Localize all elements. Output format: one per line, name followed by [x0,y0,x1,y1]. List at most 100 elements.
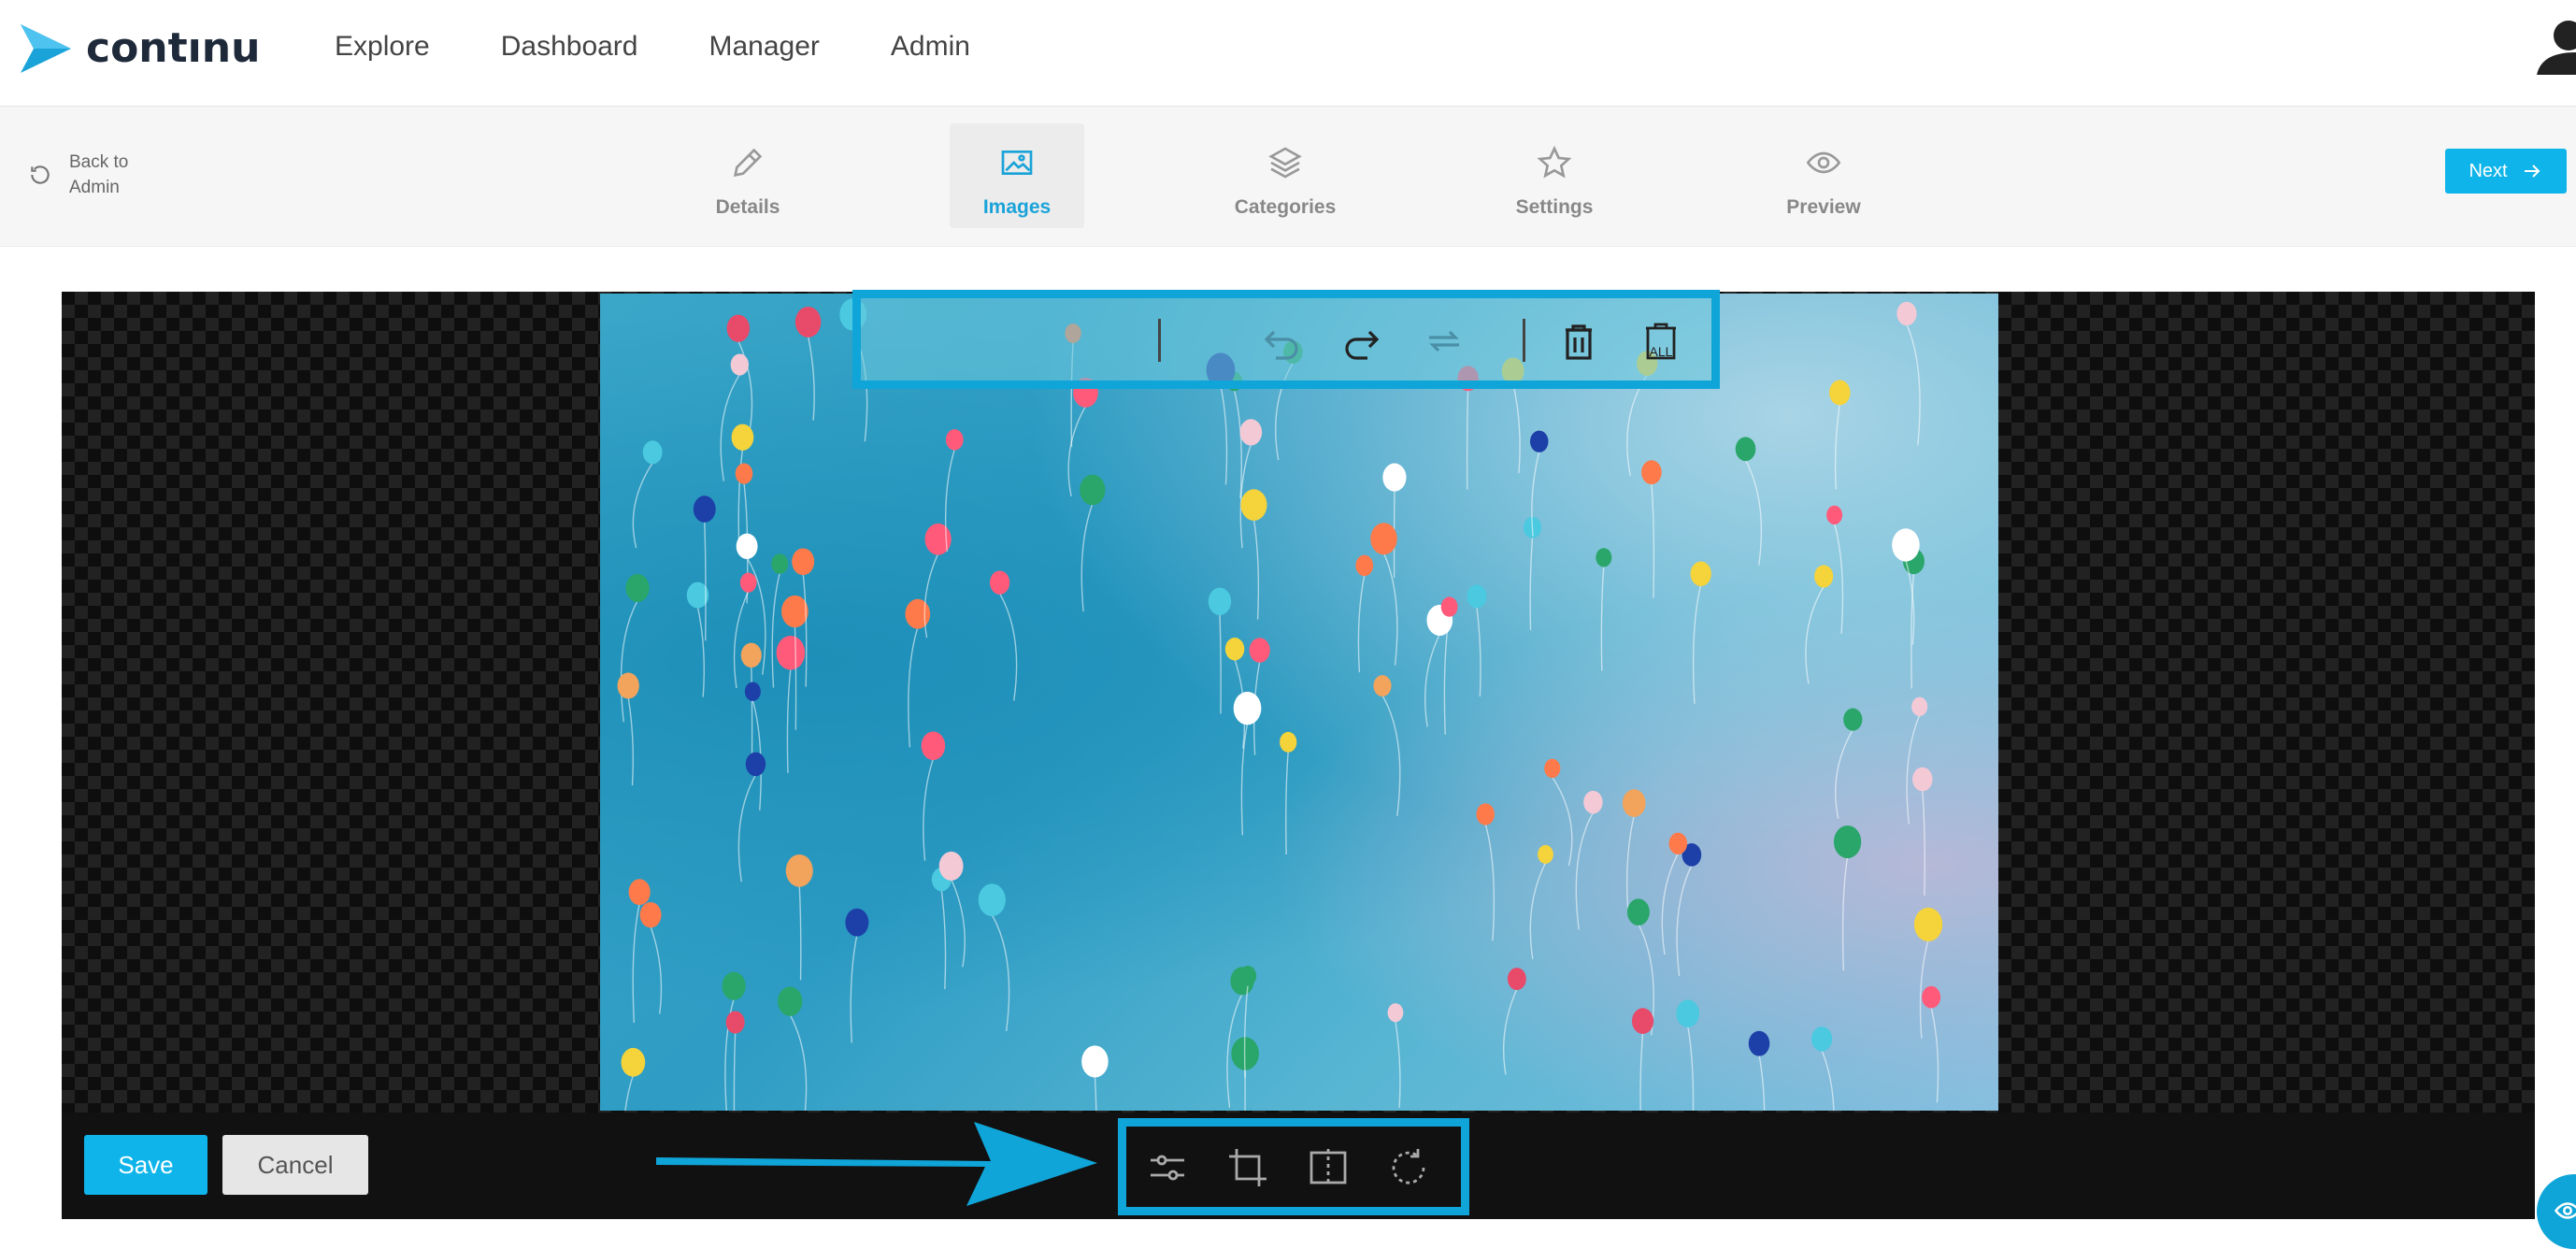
balloon-string [1601,567,1603,671]
tab-categories-label: Categories [1235,196,1337,219]
balloon-string [1286,752,1288,854]
balloon-string [1221,386,1227,485]
balloon-string [1358,575,1364,672]
adjust-icon [1145,1145,1190,1190]
user-avatar-icon[interactable] [2531,17,2576,75]
crop-button[interactable] [1225,1145,1270,1190]
balloon [1911,697,1927,716]
back-to-admin-link[interactable]: Back to Admin [28,150,153,200]
balloon-string [1000,594,1017,701]
balloon-string [790,1014,806,1111]
flip-button[interactable] [1306,1145,1351,1190]
save-button[interactable]: Save [84,1135,208,1195]
balloon [1544,759,1560,779]
star-icon [1536,144,1573,181]
balloon [1691,561,1711,586]
image-editor-canvas [62,292,2535,1113]
balloon-string [1688,1026,1694,1111]
nav-explore[interactable]: Explore [335,31,430,63]
toolbar-divider [1523,319,1525,362]
balloon-string [941,890,945,989]
balloon-string [1746,460,1762,566]
balloon [736,464,753,484]
balloon-string [1931,1007,1938,1102]
cancel-button[interactable]: Cancel [222,1135,368,1195]
nav-admin[interactable]: Admin [891,31,970,63]
balloon-string [924,553,937,638]
image-icon [998,144,1036,181]
balloon [1477,803,1495,825]
nav-dashboard[interactable]: Dashboard [501,31,638,63]
delete-all-button[interactable]: ALL [1639,319,1683,364]
balloon-string [1241,724,1247,836]
balloon [1530,431,1549,452]
balloon-string [1627,815,1635,912]
balloon [1080,475,1105,506]
balloon [737,534,758,559]
tab-images-label: Images [983,196,1051,219]
tab-categories[interactable]: Categories [1218,123,1352,228]
continu-logo[interactable]: contınu [19,21,260,75]
layers-icon [1267,144,1304,181]
balloon-string [1822,1050,1834,1111]
balloon-string [705,522,706,641]
balloon [1240,419,1263,445]
balloon [1280,732,1296,753]
balloon [771,553,788,574]
tab-images[interactable]: Images [950,123,1084,228]
rotate-button[interactable] [1386,1145,1431,1190]
balloon-string [1485,825,1494,941]
balloon-string [772,573,780,688]
balloon-string [1553,777,1572,866]
balloon-string [1253,519,1258,619]
balloon [1239,966,1256,986]
balloon [1508,968,1526,990]
balloon [781,596,809,627]
tab-preview[interactable]: Preview [1756,123,1891,228]
preview-fab[interactable] [2537,1174,2576,1249]
balloon [922,731,946,760]
balloon [731,354,749,376]
balloon [1355,555,1373,577]
balloon-string [909,627,918,747]
balloon-string [1220,614,1221,714]
balloon-string [1923,790,1925,896]
undo-button[interactable] [1259,319,1304,364]
tab-settings[interactable]: Settings [1487,123,1622,228]
balloon-string [1640,1033,1643,1111]
balloon [643,440,663,464]
balloon [1912,768,1932,792]
balloon [792,548,814,575]
balloon [1250,638,1270,662]
balloon [1081,1045,1109,1077]
balloon [1896,302,1916,325]
crop-icon [1225,1145,1270,1190]
balloon-string [735,592,749,688]
balloon [1225,638,1244,660]
delete-button[interactable] [1556,319,1601,364]
balloon [1240,489,1267,521]
nav-manager[interactable]: Manager [708,31,819,63]
balloon-string [633,463,652,548]
balloon-string [1694,585,1701,704]
adjust-button[interactable] [1145,1145,1190,1190]
balloons-photo[interactable] [600,294,1998,1111]
balloon [640,902,662,927]
balloon-string [851,935,857,1042]
balloon-string [1425,634,1440,726]
reset-button[interactable] [1422,319,1467,364]
balloon [1914,908,1942,941]
balloon [740,573,757,593]
balloon-string [799,885,801,980]
balloon-string [1095,1076,1096,1111]
balloon [1627,898,1650,926]
tab-details[interactable]: Details [680,123,815,228]
next-button[interactable]: Next [2445,149,2567,194]
balloon [1814,565,1833,587]
balloon-string [1836,730,1853,819]
balloon-string [803,574,807,687]
balloon [1382,464,1406,492]
undo-icon [1259,319,1304,364]
balloon [694,495,716,523]
redo-button[interactable] [1339,319,1384,364]
